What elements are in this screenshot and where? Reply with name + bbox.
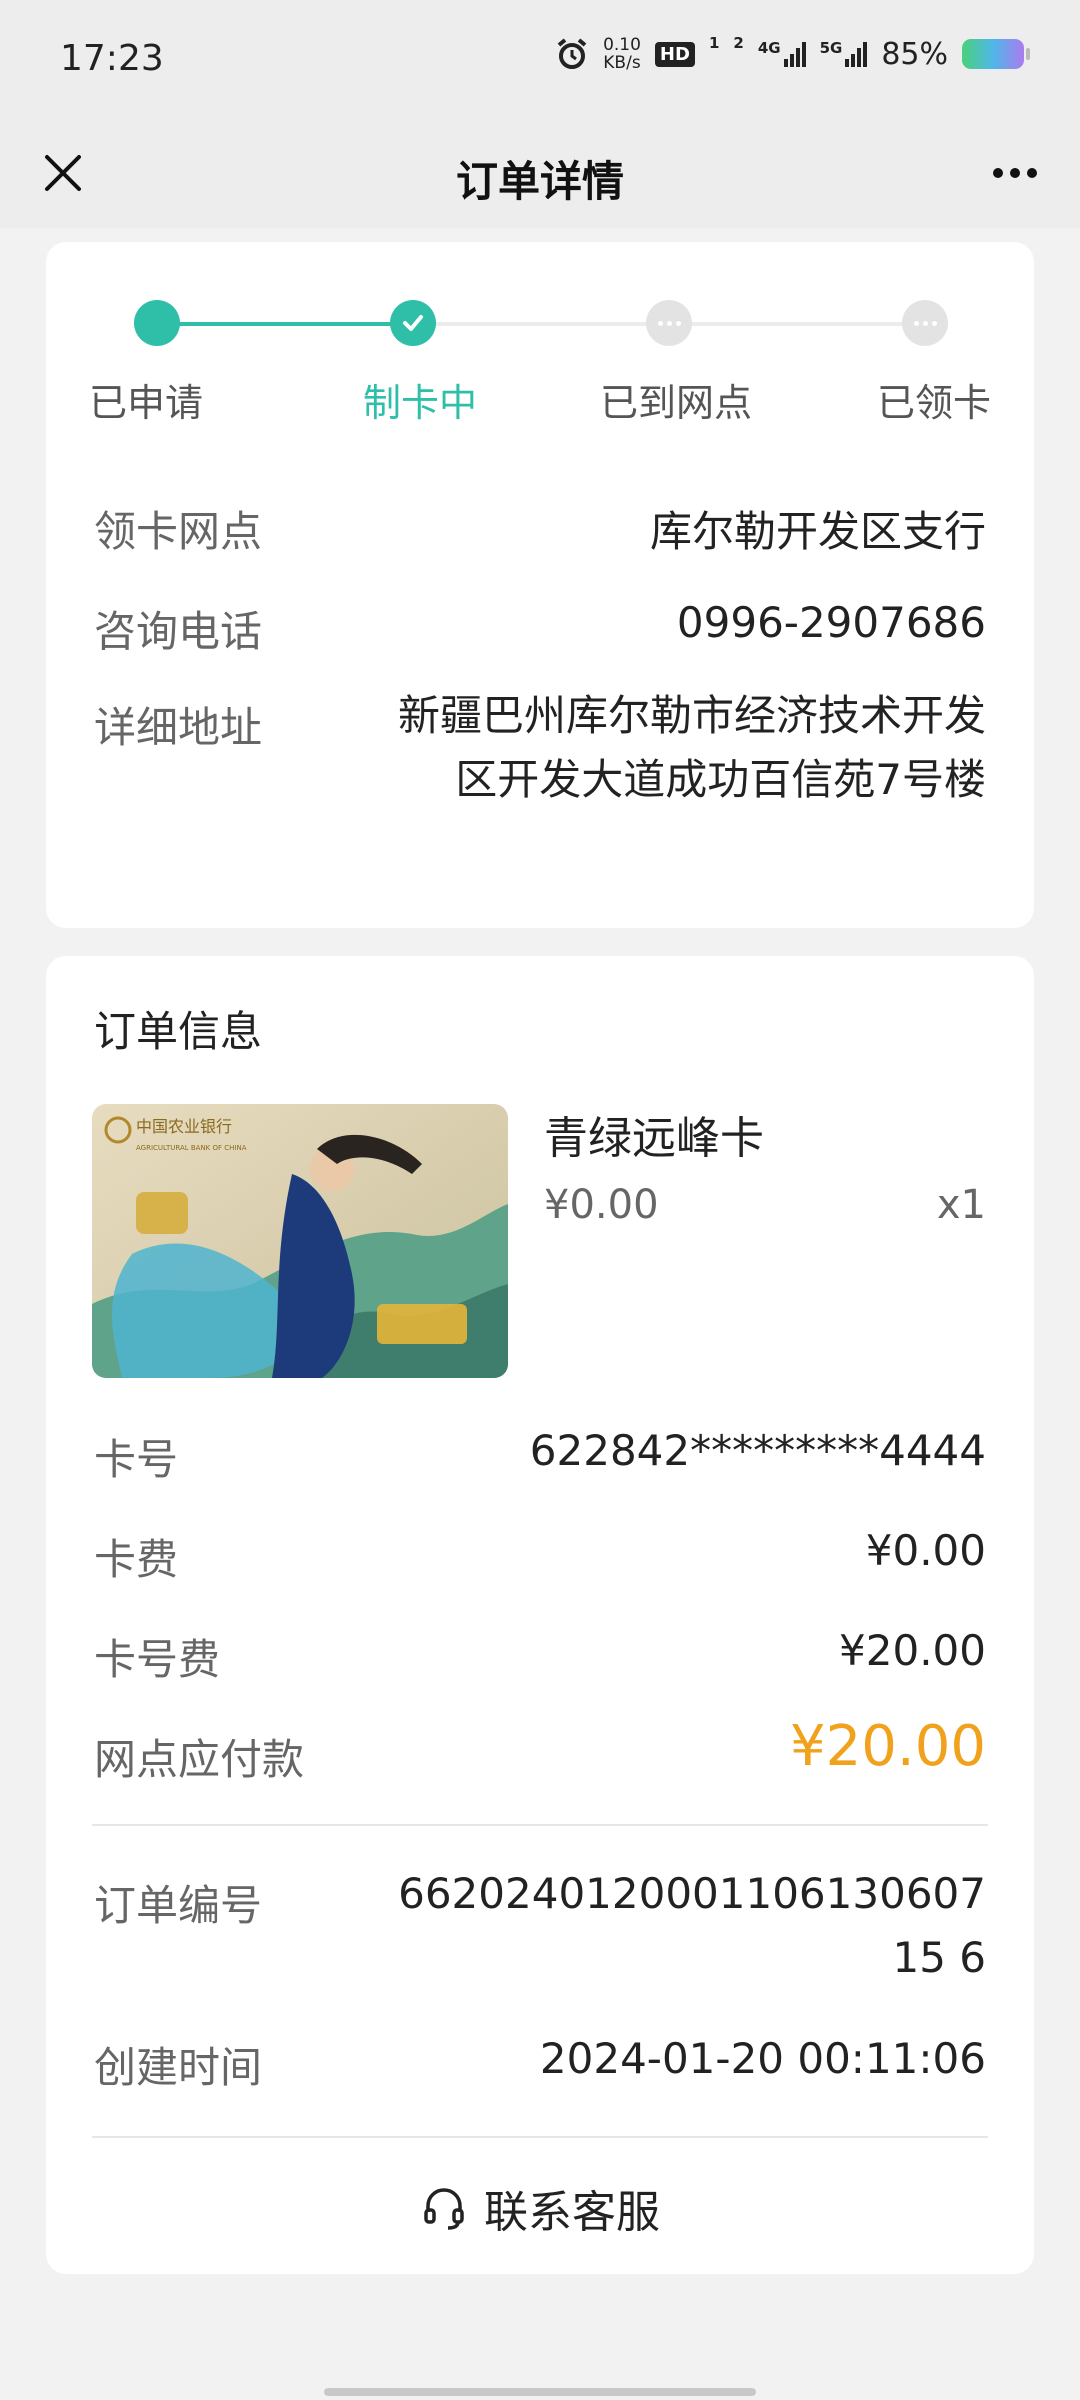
progress-card: 已申请 制卡中 已到网点 已领卡 领卡网点 库尔勒开发区支行 咨询电话 0996… (46, 242, 1034, 928)
net-speed: 0.10 KB/s (603, 36, 641, 72)
address-label: 详细地址 (94, 703, 263, 752)
payable-label: 网点应付款 (94, 1735, 305, 1784)
card-number-value: 622842*********4444 (529, 1426, 986, 1475)
headset-icon (424, 2188, 464, 2230)
created-value: 2024-01-20 00:11:06 (539, 2034, 986, 2083)
order-info-title: 订单信息 (94, 1007, 263, 1056)
battery-icon (962, 39, 1030, 69)
status-icons: 0.10 KB/s HD 1 2 4G 5G 85% (555, 34, 1030, 72)
alarm-icon (557, 38, 587, 69)
order-info-card: 订单信息 中国农业银行 AGRICULTURAL BANK OF CHINA 青… (46, 956, 1034, 2274)
divider (92, 1824, 988, 1826)
signal-5g-icon: 5G (820, 41, 868, 67)
phone-value[interactable]: 0996-2907686 (677, 598, 986, 647)
phone-label: 咨询电话 (94, 607, 263, 656)
product-quantity: x1 (936, 1182, 986, 1228)
number-fee-value: ¥20.00 (839, 1626, 986, 1675)
nav-bar: 订单详情 (0, 120, 1080, 228)
branch-label: 领卡网点 (94, 507, 263, 556)
address-value: 新疆巴州库尔勒市经济技术开发区开发大道成功百信苑7号楼 (397, 691, 986, 804)
hd-sim-slot: 1 (708, 34, 720, 52)
contact-service-button[interactable]: 联系客服 (46, 2176, 1034, 2240)
hd-badge: HD (654, 41, 695, 67)
payable-value: ¥20.00 (790, 1714, 986, 1779)
step-dot-received (902, 300, 948, 346)
more-dot-icon (1027, 168, 1037, 178)
product-price: ¥0.00 (544, 1182, 659, 1228)
more-dot-icon (993, 168, 1003, 178)
card-number-label: 卡号 (94, 1435, 179, 1484)
step-dot-applied (134, 300, 180, 346)
card-fee-label: 卡费 (94, 1535, 179, 1584)
step-label-received: 已领卡 (876, 381, 992, 425)
more-button[interactable] (980, 138, 1050, 208)
card-fee-value: ¥0.00 (865, 1526, 986, 1575)
step-label-arrived: 已到网点 (599, 381, 753, 425)
page-title: 订单详情 (455, 157, 624, 206)
branch-value: 库尔勒开发区支行 (649, 507, 986, 556)
battery-percent: 85% (881, 36, 948, 72)
progress-line-done (156, 322, 412, 326)
status-time: 17:23 (60, 38, 164, 79)
step-label-applied: 已申请 (88, 381, 204, 425)
status-bar: 17:23 0.10 KB/s HD 1 2 4G 5G 85% (0, 0, 1080, 120)
hd-sim-slot-2: 2 (733, 34, 744, 52)
bank-card-bank-name-en: AGRICULTURAL BANK OF CHINA (136, 1144, 247, 1152)
number-fee-label: 卡号费 (94, 1635, 221, 1684)
signal-5g-label: 5G (819, 39, 843, 57)
check-icon (403, 315, 423, 331)
divider (92, 2136, 988, 2138)
net-speed-value: 0.10 (603, 35, 641, 55)
order-no-label: 订单编号 (94, 1881, 263, 1930)
signal-4g-icon: 4G (758, 41, 806, 67)
contact-service-label: 联系客服 (484, 2187, 660, 2238)
home-indicator[interactable] (324, 2388, 756, 2396)
step-dot-making (390, 300, 436, 346)
order-no-value[interactable]: 662024012000110613060715 6 (386, 1862, 986, 1990)
bank-card-image: 中国农业银行 AGRICULTURAL BANK OF CHINA (92, 1104, 508, 1378)
step-label-making: 制卡中 (362, 381, 478, 425)
net-speed-unit: KB/s (603, 53, 641, 73)
more-dot-icon (1010, 168, 1020, 178)
product-name: 青绿远峰卡 (544, 1113, 764, 1164)
signal-4g-label: 4G (757, 39, 781, 57)
created-label: 创建时间 (94, 2043, 263, 2092)
step-dot-arrived (646, 300, 692, 346)
bank-card-bank-name: 中国农业银行 (136, 1117, 232, 1136)
